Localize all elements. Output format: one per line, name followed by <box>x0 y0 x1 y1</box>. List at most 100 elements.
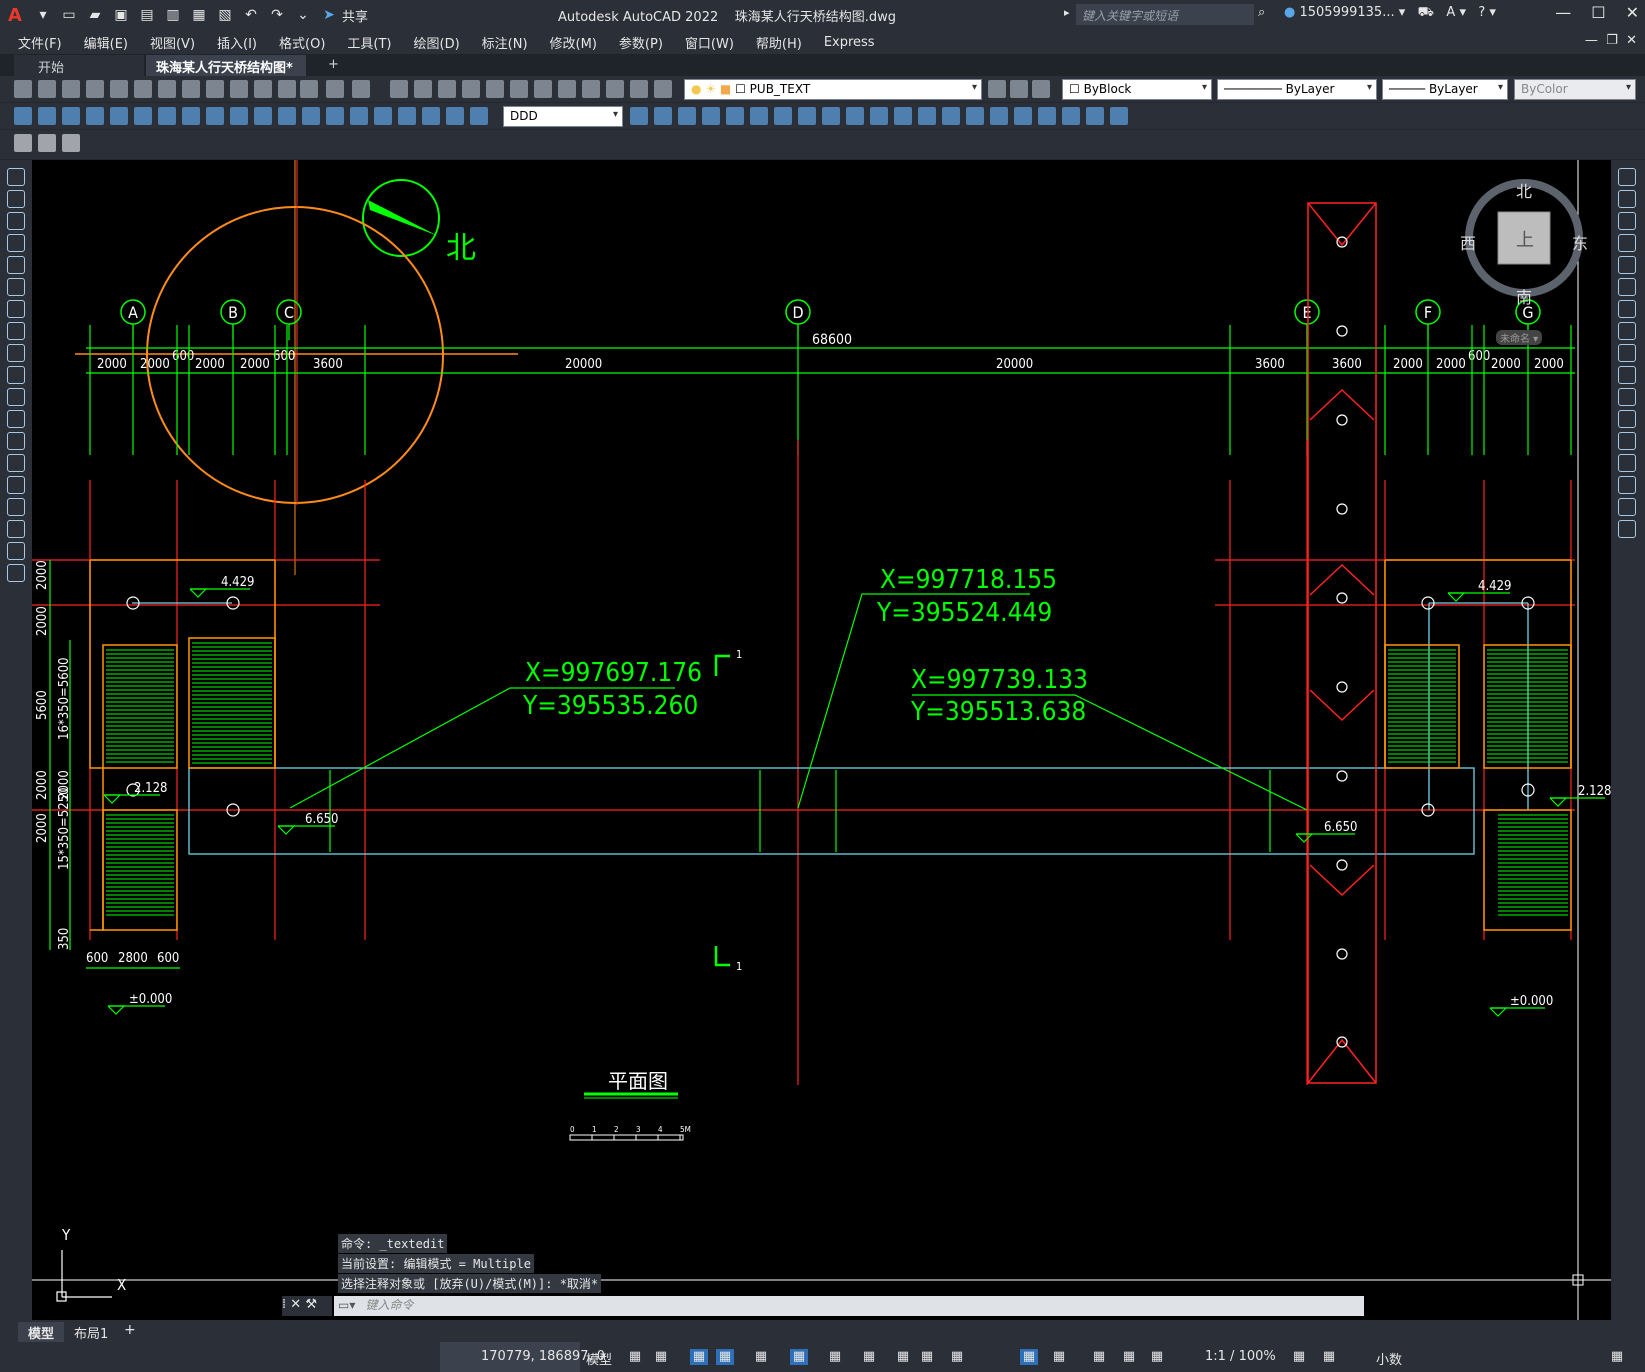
toolbar-tool-icon[interactable] <box>822 107 840 125</box>
grid-icon[interactable]: ▦ <box>626 1349 644 1365</box>
tool-icon[interactable] <box>1618 190 1636 208</box>
menu-item[interactable]: 修改(M) <box>550 33 597 52</box>
toolbar-tool-icon[interactable] <box>750 107 768 125</box>
toolbar-tool-icon[interactable] <box>62 107 80 125</box>
otrack-icon[interactable]: ▦ <box>826 1349 844 1365</box>
toolbar-tool-icon[interactable] <box>62 80 80 98</box>
isodraft-icon[interactable]: ▦ <box>752 1349 770 1365</box>
chevron-right-icon[interactable]: ▸ <box>1064 6 1070 19</box>
transparency-icon[interactable]: ▦ <box>894 1349 912 1365</box>
menu-item[interactable]: 文件(F) <box>18 33 62 52</box>
toolbar-tool-icon[interactable] <box>278 80 296 98</box>
toolbar-tool-icon[interactable] <box>14 107 32 125</box>
toolbar-tool-icon[interactable] <box>414 80 432 98</box>
toolbar-tool-icon[interactable] <box>870 107 888 125</box>
model-space-toggle[interactable]: 模型 <box>586 1349 612 1368</box>
toolbar-tool-icon[interactable] <box>606 80 624 98</box>
tab-model[interactable]: 模型 <box>18 1322 65 1343</box>
menu-item[interactable]: 绘图(D) <box>414 33 460 52</box>
toolbar-tool-icon[interactable] <box>486 80 504 98</box>
tool-icon[interactable] <box>7 212 25 230</box>
tool-icon[interactable] <box>1618 388 1636 406</box>
toolbar-tool-icon[interactable] <box>438 80 456 98</box>
doc-minimize-icon[interactable]: — <box>1585 33 1598 48</box>
toolbar-tool-icon[interactable] <box>702 107 720 125</box>
toolbar-tool-icon[interactable] <box>966 107 984 125</box>
menu-item[interactable]: 视图(V) <box>150 33 195 52</box>
plotstyle-dropdown[interactable]: ByColor ▾ <box>1514 79 1636 100</box>
toolbar-tool-icon[interactable] <box>510 80 528 98</box>
tool-icon[interactable] <box>1618 300 1636 318</box>
toolbar-tool-icon[interactable] <box>86 80 104 98</box>
toolbar-tool-icon[interactable] <box>158 107 176 125</box>
tool-icon[interactable] <box>7 256 25 274</box>
tool-icon[interactable] <box>7 344 25 362</box>
toolbar-tool-icon[interactable] <box>374 107 392 125</box>
linetype-dropdown[interactable]: ──────── ByLayer ▾ <box>1217 79 1377 100</box>
snap-icon[interactable]: ▦ <box>652 1349 670 1365</box>
toolbar-tool-icon[interactable] <box>918 107 936 125</box>
toolbar-tool-icon[interactable] <box>942 107 960 125</box>
viewcube-west[interactable]: 西 <box>1460 230 1476 254</box>
tool-icon[interactable] <box>7 520 25 538</box>
tool-icon[interactable] <box>7 388 25 406</box>
tool-icon[interactable] <box>1618 432 1636 450</box>
viewcube-east[interactable]: 东 <box>1572 230 1588 254</box>
toolbar-tool-icon[interactable] <box>300 80 318 98</box>
toolbar-tool-icon[interactable] <box>62 134 80 152</box>
units-display[interactable]: 小数 <box>1376 1349 1402 1368</box>
toolbar-tool-icon[interactable] <box>254 80 272 98</box>
tool-icon[interactable] <box>1618 278 1636 296</box>
toolbar-tool-icon[interactable] <box>38 107 56 125</box>
chevron-down-icon[interactable]: ▾ <box>32 4 54 26</box>
toolbar-tool-icon[interactable] <box>1086 107 1104 125</box>
autocad-logo[interactable]: A <box>8 5 30 26</box>
menu-item[interactable]: 编辑(E) <box>84 33 128 52</box>
new-file-icon[interactable]: ▭ <box>58 4 80 26</box>
tool-icon[interactable] <box>7 476 25 494</box>
tool-icon[interactable] <box>7 564 25 582</box>
grip-icon[interactable]: ⁞ <box>282 1297 286 1312</box>
toolbar-tool-icon[interactable] <box>206 107 224 125</box>
toolbar-tool-icon[interactable] <box>470 107 488 125</box>
web-open-icon[interactable]: ▥ <box>162 4 184 26</box>
toolbar-tool-icon[interactable] <box>350 107 368 125</box>
save-icon[interactable]: ▣ <box>110 4 132 26</box>
tool-icon[interactable] <box>1618 168 1636 186</box>
wrench-icon[interactable]: ⚒ <box>305 1297 317 1312</box>
tool-icon[interactable] <box>1618 520 1636 538</box>
fullscreen-icon[interactable]: ▦ <box>1320 1349 1338 1365</box>
doc-close-icon[interactable]: ✕ <box>1626 33 1637 48</box>
toolbar-tool-icon[interactable] <box>390 80 408 98</box>
tool-icon[interactable] <box>7 542 25 560</box>
tab-start[interactable]: 开始 <box>14 55 144 76</box>
toolbar-tool-icon[interactable] <box>630 80 648 98</box>
properties-icon[interactable]: ▦ <box>1120 1349 1138 1365</box>
toolbar-tool-icon[interactable] <box>558 80 576 98</box>
add-icon[interactable]: ▦ <box>1090 1349 1108 1365</box>
menu-item[interactable]: 格式(O) <box>279 33 325 52</box>
toolbar-tool-icon[interactable] <box>654 80 672 98</box>
tool-icon[interactable] <box>7 322 25 340</box>
tool-icon[interactable] <box>1618 476 1636 494</box>
toolbar-tool-icon[interactable] <box>1110 107 1128 125</box>
plot-icon[interactable]: ▧ <box>214 4 236 26</box>
user-menu[interactable]: ● 1505999135... ▾ ⛟ A ▾ ? ▾ <box>1284 5 1496 22</box>
toolbar-tool-icon[interactable] <box>110 107 128 125</box>
lineweight-dropdown[interactable]: ───── ByLayer ▾ <box>1382 79 1508 100</box>
toolbar-tool-icon[interactable] <box>582 80 600 98</box>
save-as-icon[interactable]: ▤ <box>136 4 158 26</box>
tool-icon[interactable] <box>1618 322 1636 340</box>
tool-icon[interactable] <box>7 432 25 450</box>
color-dropdown[interactable]: ☐ ByBlock ▾ <box>1062 79 1212 100</box>
toolbar-tool-icon[interactable] <box>326 80 344 98</box>
drawing-canvas[interactable]: 北 68600 2000 2000 600 2000 2000 600 3600 20000 2… <box>32 160 1611 1325</box>
doc-restore-icon[interactable]: ❐ <box>1606 33 1618 48</box>
menu-item[interactable]: 标注(N) <box>482 33 528 52</box>
menu-item[interactable]: 插入(I) <box>217 33 257 52</box>
toolbar-tool-icon[interactable] <box>1062 107 1080 125</box>
customize-icon[interactable]: ⌄ <box>292 4 314 26</box>
dimstyle-dropdown[interactable]: DDD ▾ <box>503 106 623 127</box>
search-icon[interactable]: ⌕ <box>1258 5 1265 20</box>
toolbar-tool-icon[interactable] <box>894 107 912 125</box>
